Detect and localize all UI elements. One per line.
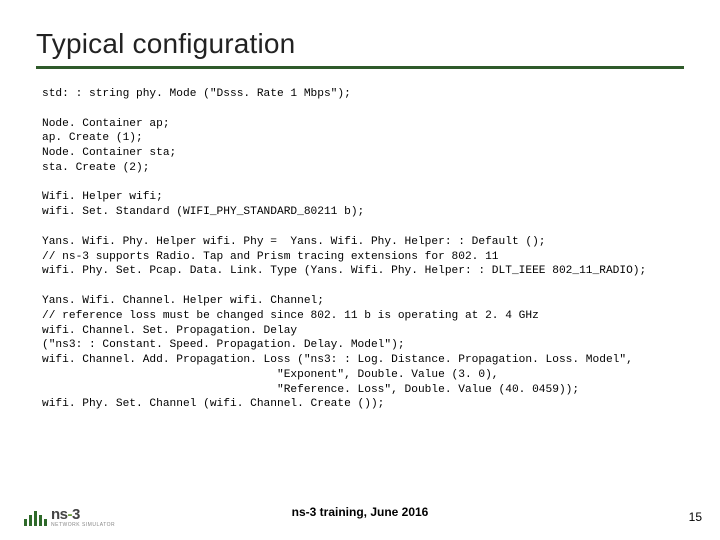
title-rule [36,66,684,69]
slide-title: Typical configuration [36,28,684,60]
footer: ns-3 training, June 2016 [0,498,720,526]
slide: Typical configuration std: : string phy.… [0,0,720,540]
footer-text: ns-3 training, June 2016 [292,505,429,519]
page-number: 15 [689,510,702,524]
code-block: std: : string phy. Mode ("Dsss. Rate 1 M… [36,87,684,412]
